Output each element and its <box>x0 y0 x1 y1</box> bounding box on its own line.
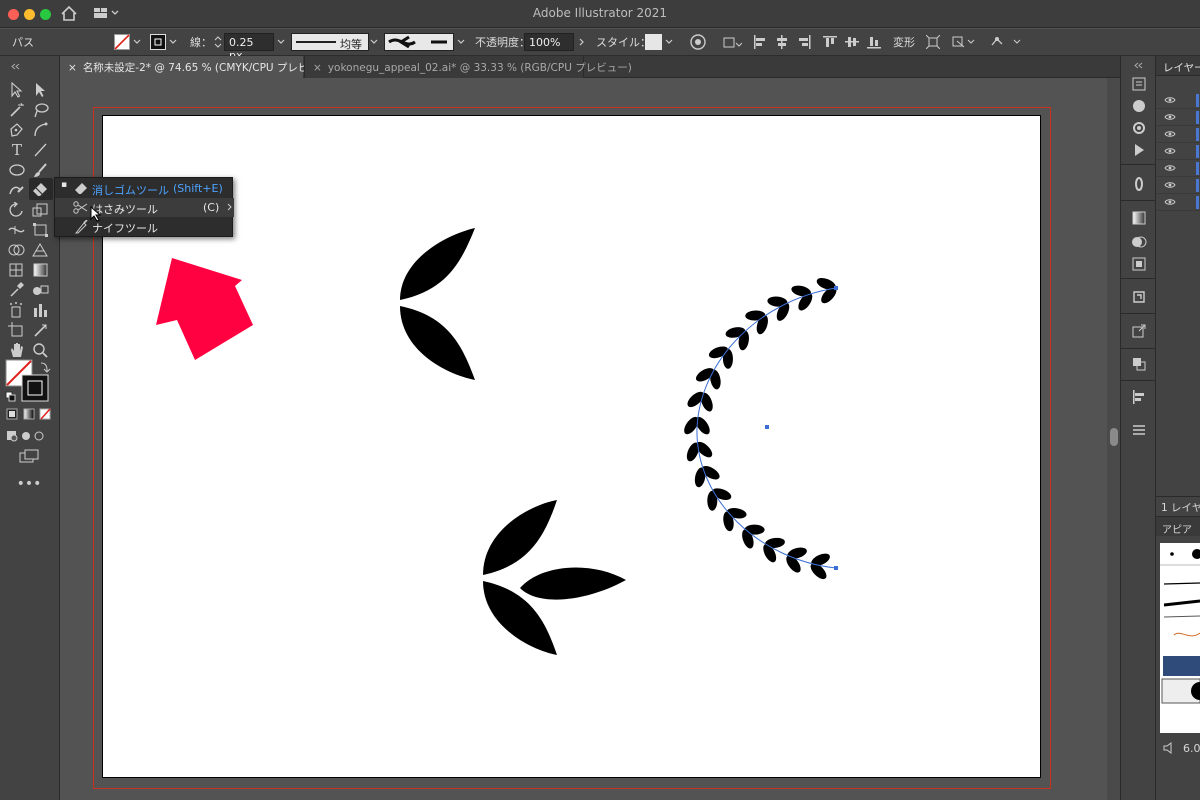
appearance-panel-icon[interactable] <box>1131 120 1147 136</box>
brush-library-list[interactable] <box>1160 543 1200 733</box>
tearoff-arrow-icon[interactable] <box>227 203 232 211</box>
flyout-item-scissors[interactable]: はさみツール (C) <box>55 198 234 217</box>
layer-color-bar <box>1196 179 1199 192</box>
layer-color-bar <box>1196 162 1199 175</box>
volume-icon <box>1163 742 1172 754</box>
flyout-item-label: 消しゴムツール <box>92 184 169 197</box>
flyout-item-eraser[interactable]: ▪ 消しゴムツール (Shift+E) <box>55 179 234 198</box>
layer-row[interactable] <box>1156 109 1200 126</box>
eraser-tool-flyout: ▪ 消しゴムツール (Shift+E) はさみツール (C) ナイフツール <box>54 177 234 237</box>
stroke-panel-icon[interactable] <box>1131 176 1147 192</box>
transparency-panel-icon[interactable] <box>1131 234 1147 250</box>
divider <box>1121 164 1155 165</box>
mouse-cursor-icon <box>90 206 102 222</box>
layer-color-bar <box>1196 128 1199 141</box>
flyout-item-knife[interactable]: ナイフツール <box>55 217 234 236</box>
symbols-panel-icon[interactable] <box>1131 289 1147 305</box>
anchor-point[interactable] <box>834 286 838 290</box>
divider <box>1121 200 1155 201</box>
layer-row[interactable] <box>1156 160 1200 177</box>
three-leaf-shape[interactable] <box>483 500 626 655</box>
divider <box>1121 278 1155 279</box>
flyout-item-shortcut: (Shift+E) <box>173 182 223 195</box>
eraser-tool-icon <box>75 183 87 194</box>
flyout-item-label: ナイフツール <box>92 222 158 235</box>
visibility-eye-icon[interactable] <box>1164 113 1176 121</box>
properties-panel-icon[interactable] <box>1131 76 1147 92</box>
two-leaf-shape[interactable] <box>400 228 475 380</box>
align-panel-icon[interactable] <box>1131 389 1147 405</box>
layer-row[interactable] <box>1156 143 1200 160</box>
laurel-leaf <box>722 348 733 369</box>
image-trace-panel-icon[interactable] <box>1131 256 1147 272</box>
selected-bullet: ▪ <box>61 180 68 190</box>
visibility-eye-icon[interactable] <box>1164 164 1176 172</box>
visibility-eye-icon[interactable] <box>1164 198 1176 206</box>
visibility-eye-icon[interactable] <box>1164 96 1176 104</box>
divider <box>1121 313 1155 314</box>
gradient-panel-icon[interactable] <box>1131 210 1147 226</box>
layer-color-bar <box>1196 196 1199 209</box>
layers-panel-title[interactable]: レイヤー <box>1163 60 1200 75</box>
panel-icon-strip <box>1120 56 1156 800</box>
brush-size-label: 6.0 <box>1183 742 1200 755</box>
brush-previews <box>1160 549 1200 704</box>
layers-footer: 1 レイヤ <box>1156 496 1200 514</box>
divider <box>1121 348 1155 349</box>
export-panel-icon[interactable] <box>1131 323 1147 339</box>
divider <box>1121 380 1155 381</box>
anchor-point[interactable] <box>834 566 838 570</box>
layer-color-bar <box>1196 145 1199 158</box>
layer-row[interactable] <box>1156 126 1200 143</box>
flyout-item-shortcut: (C) <box>203 201 220 214</box>
color-panel-icon[interactable] <box>1131 98 1147 114</box>
laurel-wreath-half[interactable] <box>681 276 839 582</box>
pathfinder-panel-icon[interactable] <box>1131 356 1147 372</box>
menu-panel-icon[interactable] <box>1131 422 1147 438</box>
layer-row[interactable] <box>1156 92 1200 109</box>
collapse-panel-icon[interactable] <box>1134 62 1144 69</box>
visibility-eye-icon[interactable] <box>1164 130 1176 138</box>
scissors-tool-icon <box>73 201 88 214</box>
actions-panel-icon[interactable] <box>1131 142 1147 158</box>
layer-color-bar <box>1196 94 1199 107</box>
artwork-layer <box>156 228 839 655</box>
brushes-panel-header: アピア <box>1156 516 1200 536</box>
brushes-tab[interactable]: アピア <box>1162 521 1192 536</box>
center-point <box>765 425 769 429</box>
knife-tool-icon <box>74 220 88 234</box>
layer-color-bar <box>1196 111 1199 124</box>
red-arrow-annotation <box>156 258 253 360</box>
layers-panel-header: レイヤー <box>1156 56 1200 76</box>
layer-row[interactable] <box>1156 177 1200 194</box>
vertical-scrollbar[interactable] <box>1107 78 1120 800</box>
layers-panel: レイヤー 1 レイヤ アピア 6.0 <box>1156 56 1200 800</box>
layer-row[interactable] <box>1156 194 1200 211</box>
visibility-eye-icon[interactable] <box>1164 147 1176 155</box>
visibility-eye-icon[interactable] <box>1164 181 1176 189</box>
layer-count-label: 1 レイヤ <box>1161 502 1200 514</box>
scrollbar-thumb[interactable] <box>1110 428 1118 446</box>
